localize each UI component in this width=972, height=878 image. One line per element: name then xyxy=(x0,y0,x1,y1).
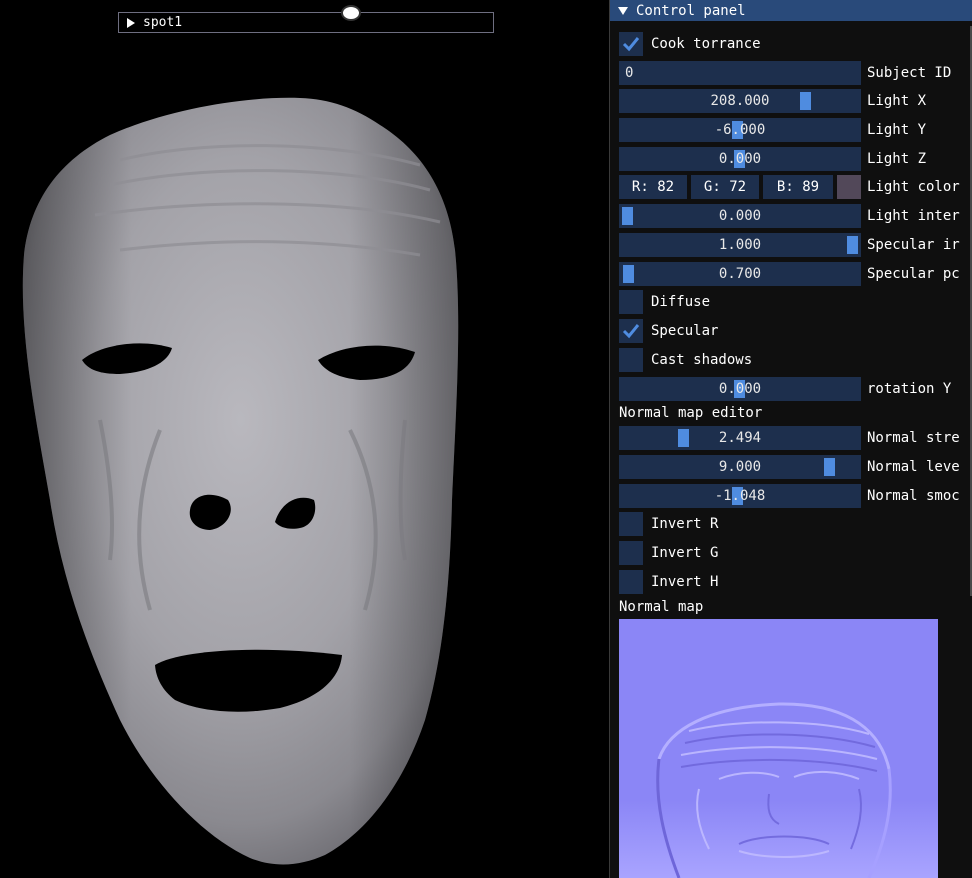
cast-shadows-row[interactable]: Cast shadows xyxy=(619,348,752,372)
normal-smooth-label: Normal smoc xyxy=(867,488,960,504)
normal-level-slider[interactable]: 9.000 xyxy=(619,455,861,479)
light-intensity-label: Light inter xyxy=(867,208,960,224)
diffuse-checkbox[interactable] xyxy=(619,290,643,314)
control-panel[interactable]: Control panel Cook torrance 0 Subject ID… xyxy=(609,0,972,878)
normal-strength-value: 2.494 xyxy=(718,430,762,446)
light-x-grab[interactable] xyxy=(800,92,811,110)
diffuse-row[interactable]: Diffuse xyxy=(619,290,710,314)
invert-g-row[interactable]: Invert G xyxy=(619,541,718,565)
normal-level-value: 9.000 xyxy=(718,459,762,475)
light-x-row: 208.000 Light X xyxy=(619,89,926,113)
light-y-row: -6.000 Light Y xyxy=(619,118,926,142)
specular-label: Specular xyxy=(651,323,719,339)
light-z-slider[interactable]: 0.000 xyxy=(619,147,861,171)
light-z-label: Light Z xyxy=(867,151,927,167)
normal-level-row: 9.000 Normal leve xyxy=(619,455,960,479)
light-color-b[interactable]: B: 89 xyxy=(763,175,833,199)
light-color-label: Light color xyxy=(867,179,960,195)
subject-id-value: 0 xyxy=(625,65,634,81)
rotation-y-value: 0.000 xyxy=(718,381,762,397)
panel-title: Control panel xyxy=(636,2,746,19)
normal-strength-row: 2.494 Normal stre xyxy=(619,426,960,450)
cook-torrance-row[interactable]: Cook torrance xyxy=(619,32,761,56)
light-x-slider[interactable]: 208.000 xyxy=(619,89,861,113)
light-y-value: -6.000 xyxy=(714,122,766,138)
specular-power-grab[interactable] xyxy=(623,265,634,283)
normal-strength-grab[interactable] xyxy=(678,429,689,447)
specular-checkbox[interactable] xyxy=(619,319,643,343)
light-intensity-value: 0.000 xyxy=(718,208,762,224)
light-y-slider[interactable]: -6.000 xyxy=(619,118,861,142)
specular-power-row: 0.700 Specular pc xyxy=(619,262,960,286)
diffuse-label: Diffuse xyxy=(651,294,711,310)
invert-r-checkbox[interactable] xyxy=(619,512,643,536)
collapse-arrow-icon[interactable] xyxy=(618,6,628,15)
expand-arrow-icon[interactable] xyxy=(127,17,135,28)
invert-g-checkbox[interactable] xyxy=(619,541,643,565)
light-z-row: 0.000 Light Z xyxy=(619,147,926,171)
face-mesh-render xyxy=(22,97,459,865)
specular-power-slider[interactable]: 0.700 xyxy=(619,262,861,286)
normal-map-preview xyxy=(619,619,938,878)
light-intensity-grab[interactable] xyxy=(622,207,633,225)
light-intensity-row: 0.000 Light inter xyxy=(619,204,960,228)
node-tree-window[interactable]: spot1 xyxy=(118,5,494,33)
specular-intensity-label: Specular ir xyxy=(867,237,960,253)
invert-r-row[interactable]: Invert R xyxy=(619,512,718,536)
light-z-value: 0.000 xyxy=(718,151,762,167)
specular-intensity-row: 1.000 Specular ir xyxy=(619,233,960,257)
light-x-label: Light X xyxy=(867,93,927,109)
normal-smooth-slider[interactable]: -1.048 xyxy=(619,484,861,508)
normal-strength-slider[interactable]: 2.494 xyxy=(619,426,861,450)
normal-strength-label: Normal stre xyxy=(867,430,960,446)
invert-h-checkbox[interactable] xyxy=(619,570,643,594)
light-intensity-slider[interactable]: 0.000 xyxy=(619,204,861,228)
invert-r-label: Invert R xyxy=(651,516,719,532)
light-color-g[interactable]: G: 72 xyxy=(691,175,759,199)
specular-power-value: 0.700 xyxy=(718,266,762,282)
render-viewport[interactable]: spot1 xyxy=(0,0,608,878)
normal-smooth-row: -1.048 Normal smoc xyxy=(619,484,960,508)
normal-map-heading: Normal map xyxy=(619,599,704,615)
normal-map-editor-heading: Normal map editor xyxy=(619,405,763,421)
specular-row[interactable]: Specular xyxy=(619,319,718,343)
resize-handle[interactable] xyxy=(341,5,361,21)
normal-level-grab[interactable] xyxy=(824,458,835,476)
invert-h-row[interactable]: Invert H xyxy=(619,570,718,594)
cook-torrance-label: Cook torrance xyxy=(651,36,761,52)
normal-level-label: Normal leve xyxy=(867,459,960,475)
normal-smooth-value: -1.048 xyxy=(714,488,766,504)
specular-intensity-slider[interactable]: 1.000 xyxy=(619,233,861,257)
specular-power-label: Specular pc xyxy=(867,266,960,282)
subject-id-row: 0 Subject ID xyxy=(619,61,951,85)
node-label[interactable]: spot1 xyxy=(143,15,182,30)
rotation-y-slider[interactable]: 0.000 xyxy=(619,377,861,401)
invert-g-label: Invert G xyxy=(651,545,719,561)
light-color-r[interactable]: R: 82 xyxy=(619,175,687,199)
cast-shadows-checkbox[interactable] xyxy=(619,348,643,372)
cook-torrance-checkbox[interactable] xyxy=(619,32,643,56)
subject-id-label: Subject ID xyxy=(867,65,952,81)
invert-h-label: Invert H xyxy=(651,574,719,590)
checkmark-icon xyxy=(622,37,640,52)
light-x-value: 208.000 xyxy=(710,93,770,109)
specular-intensity-grab[interactable] xyxy=(847,236,858,254)
subject-id-input[interactable]: 0 xyxy=(619,61,861,85)
checkmark-icon xyxy=(622,324,640,339)
rotation-y-label: rotation Y xyxy=(867,381,952,397)
panel-titlebar[interactable]: Control panel xyxy=(610,0,972,21)
cast-shadows-label: Cast shadows xyxy=(651,352,753,368)
specular-intensity-value: 1.000 xyxy=(718,237,762,253)
light-color-swatch[interactable] xyxy=(837,175,861,199)
light-color-row: R: 82 G: 72 B: 89 Light color xyxy=(619,175,960,199)
rotation-y-row: 0.000 rotation Y xyxy=(619,377,951,401)
light-y-label: Light Y xyxy=(867,122,927,138)
